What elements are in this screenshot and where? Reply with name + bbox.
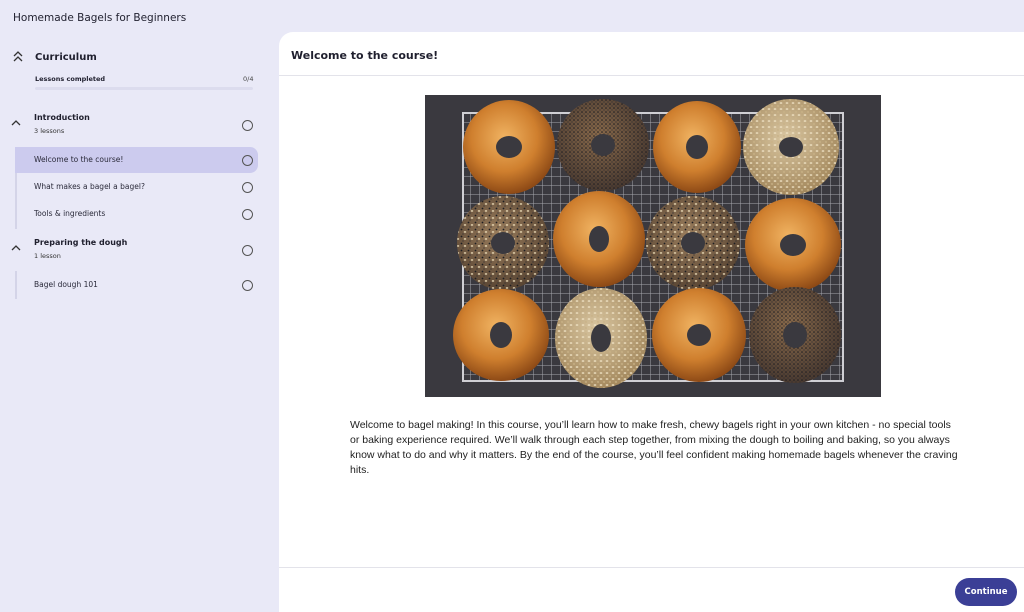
lessons-completed-count: 0/4 bbox=[243, 75, 254, 83]
lesson-label: Bagel dough 101 bbox=[34, 280, 98, 289]
bagel bbox=[745, 198, 841, 292]
app-title: Homemade Bagels for Beginners bbox=[13, 12, 187, 24]
section-subtitle: 3 lessons bbox=[34, 127, 65, 135]
curriculum-sidebar: Curriculum Lessons completed 0/4 Introdu… bbox=[0, 32, 278, 612]
progress-bar bbox=[35, 87, 253, 90]
bagels-hero-image bbox=[425, 95, 881, 397]
lesson-bagel-dough-101[interactable]: Bagel dough 101 bbox=[15, 272, 258, 298]
bagel bbox=[453, 289, 549, 381]
lessons-completed-label: Lessons completed bbox=[35, 75, 106, 83]
bagels-illustration bbox=[425, 95, 881, 397]
bagel bbox=[653, 101, 741, 193]
bagel bbox=[457, 196, 549, 290]
lesson-status-circle-icon bbox=[242, 209, 253, 220]
section-status-circle-icon bbox=[242, 120, 253, 131]
bagel bbox=[749, 287, 841, 383]
lesson-status-circle-icon bbox=[242, 182, 253, 193]
chevron-up-icon[interactable] bbox=[10, 119, 22, 127]
section-title: Preparing the dough bbox=[34, 238, 128, 247]
lesson-welcome[interactable]: Welcome to the course! bbox=[15, 147, 258, 173]
curriculum-header[interactable]: Curriculum bbox=[12, 50, 97, 64]
lesson-label: Tools & ingredients bbox=[34, 209, 106, 218]
section-subtitle: 1 lesson bbox=[34, 252, 61, 260]
curriculum-title: Curriculum bbox=[35, 51, 97, 63]
bagel bbox=[743, 99, 839, 195]
lesson-header: Welcome to the course! bbox=[279, 32, 1024, 76]
bagel bbox=[553, 191, 645, 287]
bagel bbox=[555, 288, 647, 388]
bagel bbox=[652, 288, 746, 382]
bagel bbox=[557, 99, 649, 191]
lesson-content-panel: Welcome to the course! Welcome to bagel … bbox=[279, 32, 1024, 612]
top-bar: Homemade Bagels for Beginners bbox=[0, 0, 1024, 32]
bagel bbox=[463, 100, 555, 194]
lesson-what-makes-a-bagel[interactable]: What makes a bagel a bagel? bbox=[15, 174, 258, 200]
double-chevron-up-icon[interactable] bbox=[12, 50, 24, 64]
lesson-title: Welcome to the course! bbox=[291, 49, 439, 62]
lesson-status-circle-icon bbox=[242, 280, 253, 291]
continue-button[interactable]: Continue bbox=[955, 578, 1017, 606]
lesson-body-text: Welcome to bagel making! In this course,… bbox=[350, 419, 958, 476]
lesson-status-circle-icon bbox=[242, 155, 253, 166]
section-introduction[interactable]: Introduction 3 lessons bbox=[0, 111, 278, 143]
lesson-tools-ingredients[interactable]: Tools & ingredients bbox=[15, 201, 258, 227]
lesson-label: Welcome to the course! bbox=[34, 155, 124, 164]
section-preparing-dough[interactable]: Preparing the dough 1 lesson bbox=[0, 236, 278, 268]
section-title: Introduction bbox=[34, 113, 90, 122]
section-status-circle-icon bbox=[242, 245, 253, 256]
lesson-footer: Continue bbox=[279, 567, 1024, 612]
chevron-up-icon[interactable] bbox=[10, 244, 22, 252]
bagel bbox=[646, 196, 740, 290]
lesson-label: What makes a bagel a bagel? bbox=[34, 182, 145, 191]
